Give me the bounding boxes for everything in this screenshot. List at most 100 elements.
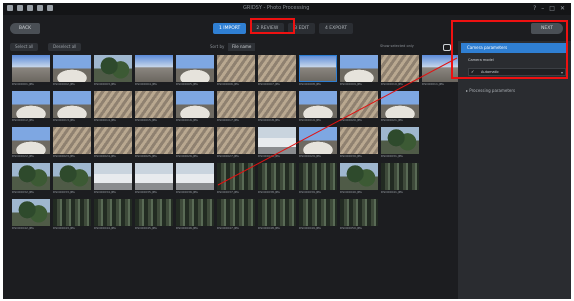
photo-item[interactable]: DSC00022.JPG bbox=[12, 127, 50, 159]
photo-thumbnail[interactable] bbox=[135, 55, 173, 82]
photo-item[interactable]: DSC00037.JPG bbox=[217, 163, 255, 195]
photo-item[interactable]: DSC00050.JPG bbox=[340, 199, 378, 231]
photo-thumbnail[interactable] bbox=[258, 163, 296, 190]
photo-item[interactable]: DSC00047.JPG bbox=[217, 199, 255, 231]
photo-thumbnail[interactable] bbox=[94, 163, 132, 190]
photo-thumbnail[interactable] bbox=[340, 199, 378, 226]
photo-item[interactable]: DSC00019.JPG bbox=[299, 91, 337, 123]
photo-thumbnail[interactable] bbox=[53, 91, 91, 118]
maximize-icon[interactable]: □ bbox=[549, 5, 555, 12]
photo-thumbnail[interactable] bbox=[176, 91, 214, 118]
save-icon[interactable] bbox=[37, 5, 43, 11]
photo-thumbnail[interactable] bbox=[135, 163, 173, 190]
photo-thumbnail[interactable] bbox=[12, 199, 50, 226]
photo-item[interactable]: DSC00025.JPG bbox=[135, 127, 173, 159]
photo-thumbnail[interactable] bbox=[340, 55, 378, 82]
processing-parameters-header[interactable]: ▸ Processing parameters bbox=[466, 88, 515, 93]
photo-thumbnail[interactable] bbox=[340, 127, 378, 154]
photo-item[interactable]: DSC00016.JPG bbox=[176, 91, 214, 123]
photo-thumbnail[interactable] bbox=[299, 55, 337, 82]
photo-thumbnail[interactable] bbox=[217, 127, 255, 154]
photo-item[interactable]: DSC00030.JPG bbox=[340, 127, 378, 159]
photo-item[interactable]: DSC00043.JPG bbox=[53, 199, 91, 231]
photo-item[interactable]: DSC00028.JPG bbox=[258, 127, 296, 159]
photo-thumbnail[interactable] bbox=[381, 91, 419, 118]
photo-item[interactable]: DSC00001.JPG bbox=[12, 55, 50, 87]
photo-item[interactable]: DSC00003.JPG bbox=[94, 55, 132, 87]
photo-item[interactable]: DSC00021.JPG bbox=[381, 91, 419, 123]
photo-thumbnail[interactable] bbox=[258, 199, 296, 226]
photo-item[interactable]: DSC00020.JPG bbox=[340, 91, 378, 123]
photo-thumbnail[interactable] bbox=[53, 163, 91, 190]
photo-thumbnail[interactable] bbox=[299, 163, 337, 190]
photo-thumbnail[interactable] bbox=[53, 199, 91, 226]
photo-thumbnail[interactable] bbox=[381, 163, 419, 190]
back-button[interactable]: BACK bbox=[10, 23, 40, 34]
photo-thumbnail[interactable] bbox=[135, 127, 173, 154]
photo-thumbnail[interactable] bbox=[340, 91, 378, 118]
select-all-button[interactable]: Select all bbox=[10, 43, 39, 51]
photo-thumbnail[interactable] bbox=[135, 199, 173, 226]
photo-item[interactable]: DSC00044.JPG bbox=[94, 199, 132, 231]
help-icon[interactable]: ? bbox=[533, 5, 536, 12]
photo-item[interactable]: DSC00046.JPG bbox=[176, 199, 214, 231]
photo-item[interactable]: DSC00002.JPG bbox=[53, 55, 91, 87]
photo-item[interactable]: DSC00034.JPG bbox=[94, 163, 132, 195]
photo-item[interactable]: DSC00035.JPG bbox=[135, 163, 173, 195]
photo-item[interactable]: DSC00026.JPG bbox=[176, 127, 214, 159]
photo-thumbnail[interactable] bbox=[176, 127, 214, 154]
photo-thumbnail[interactable] bbox=[12, 91, 50, 118]
step-tab-4[interactable]: 4 EXPORT bbox=[318, 23, 353, 34]
photo-item[interactable]: DSC00007.JPG bbox=[258, 55, 296, 87]
close-icon[interactable]: ✕ bbox=[560, 5, 565, 12]
photo-thumbnail[interactable] bbox=[340, 163, 378, 190]
photo-item[interactable]: DSC00031.JPG bbox=[381, 127, 419, 159]
photo-item[interactable]: DSC00008.JPG bbox=[299, 55, 337, 87]
photo-thumbnail[interactable] bbox=[176, 163, 214, 190]
open-icon[interactable] bbox=[27, 5, 33, 11]
minimize-icon[interactable]: – bbox=[541, 5, 544, 12]
panel-toggle-icon[interactable] bbox=[443, 44, 451, 51]
photo-item[interactable]: DSC00012.JPG bbox=[12, 91, 50, 123]
photo-thumbnail[interactable] bbox=[12, 163, 50, 190]
photo-thumbnail[interactable] bbox=[12, 127, 50, 154]
photo-thumbnail[interactable] bbox=[217, 91, 255, 118]
photo-item[interactable]: DSC00015.JPG bbox=[135, 91, 173, 123]
photo-item[interactable]: DSC00049.JPG bbox=[299, 199, 337, 231]
photo-item[interactable]: DSC00013.JPG bbox=[53, 91, 91, 123]
app-icon[interactable] bbox=[7, 5, 13, 11]
photo-item[interactable]: DSC00017.JPG bbox=[217, 91, 255, 123]
photo-thumbnail[interactable] bbox=[381, 127, 419, 154]
photo-item[interactable]: DSC00045.JPG bbox=[135, 199, 173, 231]
photo-item[interactable]: DSC00029.JPG bbox=[299, 127, 337, 159]
photo-item[interactable]: DSC00048.JPG bbox=[258, 199, 296, 231]
photo-item[interactable]: DSC00010.JPG bbox=[381, 55, 419, 87]
photo-thumbnail[interactable] bbox=[94, 91, 132, 118]
photo-thumbnail[interactable] bbox=[299, 91, 337, 118]
photo-item[interactable]: DSC00038.JPG bbox=[258, 163, 296, 195]
photo-item[interactable]: DSC00036.JPG bbox=[176, 163, 214, 195]
photo-thumbnail[interactable] bbox=[53, 55, 91, 82]
photo-item[interactable]: DSC00040.JPG bbox=[340, 163, 378, 195]
deselect-all-button[interactable]: Deselect all bbox=[48, 43, 82, 51]
step-tab-1[interactable]: 1 IMPORT bbox=[213, 23, 247, 34]
photo-item[interactable]: DSC00041.JPG bbox=[381, 163, 419, 195]
photo-item[interactable]: DSC00042.JPG bbox=[12, 199, 50, 231]
photo-thumbnail[interactable] bbox=[12, 55, 50, 82]
photo-item[interactable]: DSC00039.JPG bbox=[299, 163, 337, 195]
photo-thumbnail[interactable] bbox=[135, 91, 173, 118]
photo-item[interactable]: DSC00027.JPG bbox=[217, 127, 255, 159]
photo-thumbnail[interactable] bbox=[53, 127, 91, 154]
photo-thumbnail[interactable] bbox=[258, 91, 296, 118]
photo-thumbnail[interactable] bbox=[176, 199, 214, 226]
photo-item[interactable]: DSC00005.JPG bbox=[176, 55, 214, 87]
photo-thumbnail[interactable] bbox=[381, 55, 419, 82]
photo-item[interactable]: DSC00018.JPG bbox=[258, 91, 296, 123]
new-icon[interactable] bbox=[17, 5, 23, 11]
photo-item[interactable]: DSC00004.JPG bbox=[135, 55, 173, 87]
photo-item[interactable]: DSC00024.JPG bbox=[94, 127, 132, 159]
photo-item[interactable]: DSC00009.JPG bbox=[340, 55, 378, 87]
photo-thumbnail[interactable] bbox=[217, 163, 255, 190]
photo-thumbnail[interactable] bbox=[94, 199, 132, 226]
photo-thumbnail[interactable] bbox=[217, 199, 255, 226]
